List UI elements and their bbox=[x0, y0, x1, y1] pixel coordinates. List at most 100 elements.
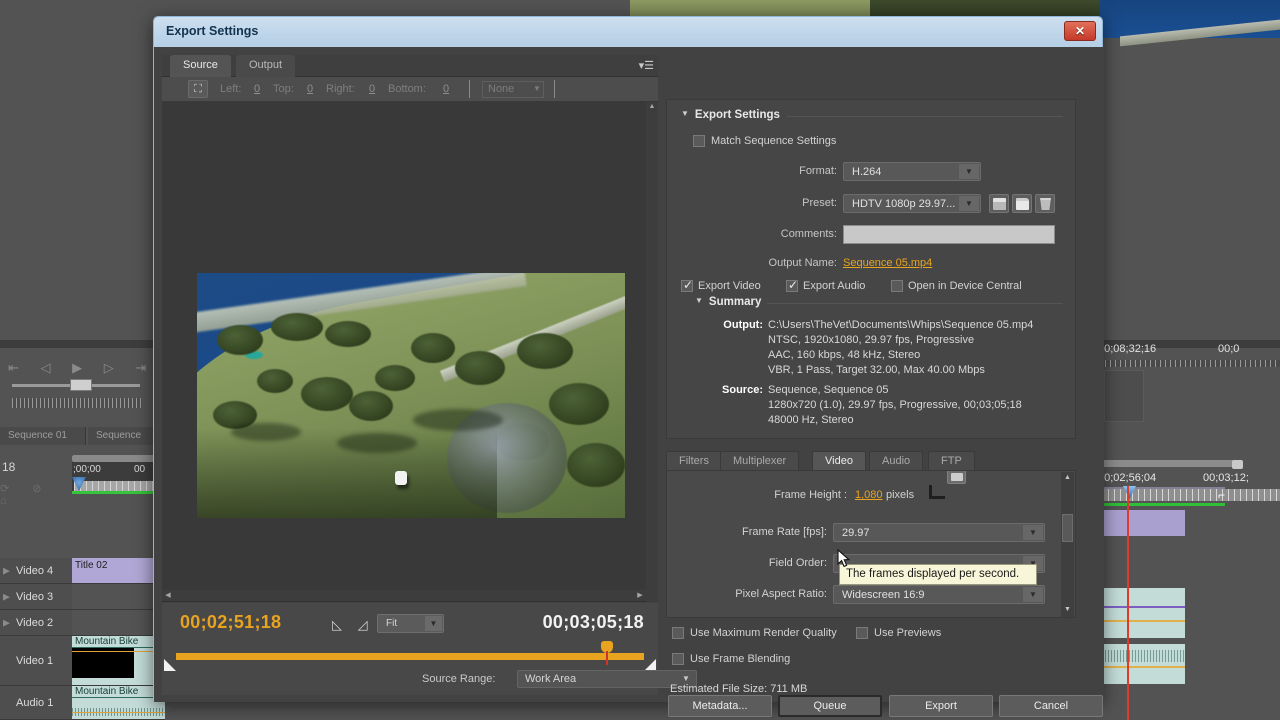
transport-controls[interactable]: ⇤ ◁ ▶ ▷ ⇥ bbox=[0, 358, 160, 408]
scroll-right-icon[interactable]: ▶ bbox=[635, 591, 645, 601]
frame-rate-select[interactable]: 29.97 ▼ bbox=[833, 523, 1045, 542]
right-ruler-label-0: 00;08;32;16 bbox=[1098, 343, 1157, 355]
crop-top-value[interactable]: 0 bbox=[307, 83, 313, 95]
link-chain-icon[interactable] bbox=[929, 471, 966, 499]
right-clip-audio[interactable] bbox=[1090, 644, 1185, 684]
export-audio-checkbox[interactable] bbox=[786, 278, 798, 292]
export-audio-label[interactable]: Export Audio bbox=[803, 280, 865, 292]
scrollbar-thumb[interactable] bbox=[1062, 514, 1073, 542]
zoom-level-select[interactable]: Fit ▼ bbox=[377, 614, 444, 633]
preset-select[interactable]: HDTV 1080p 29.97... ▼ bbox=[843, 194, 981, 213]
in-out-point-icons[interactable]: ◺ ◿ bbox=[332, 617, 374, 633]
chevron-down-icon[interactable]: ▼ bbox=[959, 196, 979, 211]
export-video-label[interactable]: Export Video bbox=[698, 280, 761, 292]
pixel-aspect-ratio-select[interactable]: Widescreen 16:9 ▼ bbox=[833, 585, 1045, 604]
sequence-tab-01[interactable]: Sequence 01 bbox=[0, 427, 86, 445]
scroll-up-icon[interactable]: ▲ bbox=[647, 103, 657, 113]
crop-tool-icon[interactable]: ⛶ bbox=[188, 80, 208, 98]
format-select[interactable]: H.264 ▼ bbox=[843, 162, 981, 181]
sequence-tabs[interactable]: Sequence 01 Sequence bbox=[0, 427, 165, 445]
chevron-down-icon[interactable]: ▼ bbox=[959, 164, 979, 179]
viewer-vertical-scrollbar[interactable]: ▲ ▼ bbox=[646, 102, 658, 602]
in-point-marker[interactable] bbox=[164, 659, 176, 671]
crop-left-value[interactable]: 0 bbox=[254, 83, 260, 95]
frame-height-value[interactable]: 1,080 bbox=[855, 489, 883, 501]
frame-blending-label[interactable]: Use Frame Blending bbox=[690, 653, 790, 665]
track-row-video3[interactable]: ▶ Video 3 bbox=[0, 584, 165, 610]
scroll-up-icon[interactable]: ▲ bbox=[1063, 474, 1072, 483]
scrubber-bar[interactable] bbox=[164, 641, 656, 671]
clip-mountain-bike-video[interactable]: Mountain Bike bbox=[72, 636, 165, 685]
track-row-video1[interactable]: Video 1 Mountain Bike bbox=[0, 636, 165, 686]
track-row-video2[interactable]: ▶ Video 2 bbox=[0, 610, 165, 636]
track-head-video4[interactable]: ▶ Video 4 bbox=[0, 558, 72, 583]
panel-menu-icon[interactable]: ▾☰ bbox=[639, 59, 654, 72]
chevron-down-icon[interactable]: ▼ bbox=[529, 81, 545, 98]
track-head-video2[interactable]: ▶ Video 2 bbox=[0, 610, 72, 635]
tab-source[interactable]: Source bbox=[170, 55, 231, 77]
summary-heading[interactable]: ▼ Summary bbox=[695, 296, 761, 308]
max-render-quality-label[interactable]: Use Maximum Render Quality bbox=[690, 627, 837, 639]
device-central-label[interactable]: Open in Device Central bbox=[908, 280, 1022, 292]
tab-video[interactable]: Video bbox=[812, 451, 866, 471]
disclosure-triangle-icon[interactable]: ▼ bbox=[681, 109, 689, 118]
disclosure-triangle-icon[interactable]: ▼ bbox=[695, 296, 703, 305]
effect-thumbnail[interactable] bbox=[1104, 370, 1144, 422]
timeline-scroll-handle[interactable] bbox=[1232, 460, 1243, 469]
cancel-button[interactable]: Cancel bbox=[999, 695, 1103, 717]
scroll-down-icon[interactable]: ▼ bbox=[1063, 606, 1072, 615]
tab-filters[interactable]: Filters bbox=[666, 451, 722, 471]
right-clip-video[interactable] bbox=[1090, 588, 1185, 638]
track-head-audio1[interactable]: Audio 1 bbox=[0, 686, 72, 719]
video-panel-scrollbar[interactable]: ▲ ▼ bbox=[1061, 472, 1074, 617]
right-clip-title[interactable] bbox=[1090, 510, 1185, 536]
device-central-checkbox[interactable] bbox=[891, 280, 903, 292]
clip-mountain-bike-audio[interactable]: Mountain Bike bbox=[72, 686, 165, 719]
crop-bottom-value[interactable]: 0 bbox=[443, 83, 449, 95]
track-row-video4[interactable]: ▶ Video 4 Title 02 bbox=[0, 558, 165, 584]
export-button[interactable]: Export bbox=[889, 695, 993, 717]
save-preset-icon[interactable] bbox=[989, 194, 1009, 213]
marker-icon[interactable]: ⌐ bbox=[1218, 488, 1225, 502]
timeline-ruler-left[interactable]: ;00;00 00 bbox=[72, 455, 160, 493]
current-timecode[interactable]: 00;02;51;18 bbox=[180, 612, 281, 633]
chevron-down-icon[interactable]: ▼ bbox=[1023, 525, 1043, 540]
use-previews-checkbox[interactable] bbox=[856, 627, 868, 639]
tab-ftp[interactable]: FTP bbox=[928, 451, 975, 471]
queue-button[interactable]: Queue bbox=[778, 695, 882, 717]
output-name-link[interactable]: Sequence 05.mp4 bbox=[843, 257, 932, 269]
close-icon[interactable]: ✕ bbox=[1064, 21, 1096, 41]
import-preset-icon[interactable] bbox=[1012, 194, 1032, 213]
match-sequence-checkbox[interactable] bbox=[693, 135, 705, 147]
viewer-horizontal-scrollbar[interactable]: ◀ ▶ bbox=[162, 590, 658, 601]
scrubber-playhead[interactable] bbox=[601, 641, 613, 665]
export-video-checkbox[interactable] bbox=[681, 278, 693, 292]
use-previews-label[interactable]: Use Previews bbox=[874, 627, 941, 639]
frame-blending-checkbox[interactable] bbox=[672, 653, 684, 665]
track-row-audio1[interactable]: Audio 1 Mountain Bike bbox=[0, 686, 165, 720]
export-settings-heading[interactable]: ▼ Export Settings bbox=[681, 109, 780, 121]
track-head-video3[interactable]: ▶ Video 3 bbox=[0, 584, 72, 609]
tab-audio[interactable]: Audio bbox=[869, 451, 924, 471]
transport-buttons[interactable]: ⇤ ◁ ▶ ▷ ⇥ bbox=[8, 360, 155, 376]
dialog-titlebar[interactable]: Export Settings ✕ bbox=[154, 17, 1102, 47]
track-head-video1[interactable]: Video 1 bbox=[0, 636, 72, 685]
tab-output[interactable]: Output bbox=[236, 55, 296, 77]
current-time-indicator[interactable] bbox=[1127, 486, 1129, 720]
timeline-hscrollbar-right[interactable] bbox=[1098, 460, 1238, 467]
crop-right-value[interactable]: 0 bbox=[369, 83, 375, 95]
tab-multiplexer[interactable]: Multiplexer bbox=[720, 451, 800, 471]
clip-title-02[interactable]: Title 02 bbox=[72, 558, 165, 583]
max-render-quality-checkbox[interactable] bbox=[672, 627, 684, 639]
video-preview-frame[interactable] bbox=[197, 273, 625, 518]
transport-knob[interactable] bbox=[70, 379, 92, 391]
metadata-button[interactable]: Metadata... bbox=[668, 695, 772, 717]
comments-input[interactable] bbox=[843, 225, 1055, 244]
chevron-down-icon[interactable]: ▼ bbox=[1023, 587, 1043, 602]
chevron-down-icon[interactable]: ▼ bbox=[425, 616, 442, 631]
delete-preset-icon[interactable] bbox=[1035, 194, 1055, 213]
scroll-left-icon[interactable]: ◀ bbox=[163, 591, 173, 601]
match-sequence-label[interactable]: Match Sequence Settings bbox=[711, 135, 836, 147]
timeline-hscrollbar-left[interactable] bbox=[72, 455, 160, 462]
timeline-tool-row[interactable]: ⟳ ⊘ ⌂ bbox=[0, 482, 70, 507]
